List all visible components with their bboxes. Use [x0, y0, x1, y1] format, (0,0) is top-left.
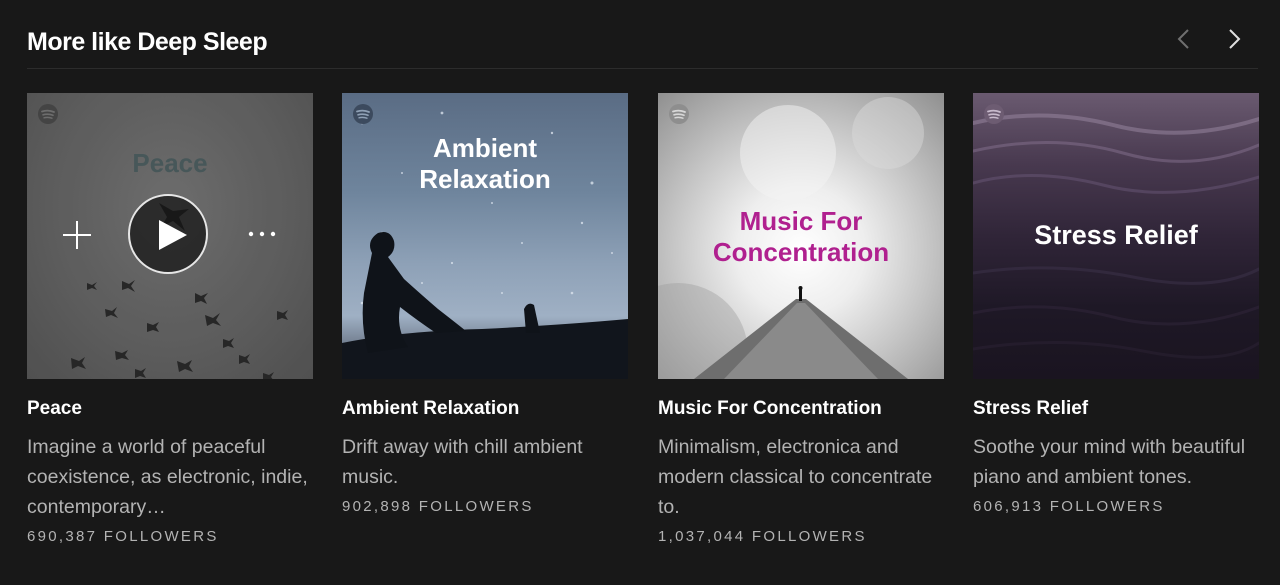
playlist-cover[interactable]: Music For Concentration: [658, 93, 944, 379]
followers-count: 902,898 FOLLOWERS: [342, 498, 534, 515]
spotify-logo-icon: [984, 104, 1004, 124]
add-icon[interactable]: [61, 219, 93, 251]
playlist-description: Minimalism, electronica and modern class…: [658, 436, 933, 518]
playlist-cover[interactable]: Peace: [27, 93, 313, 379]
playlist-name[interactable]: Stress Relief: [973, 398, 1259, 422]
playlist-cover[interactable]: Stress Relief: [973, 93, 1259, 379]
cover-title: Stress Relief: [1034, 220, 1198, 250]
cover-title: Ambient Relaxation: [419, 133, 551, 194]
spotify-logo-icon: [353, 104, 373, 124]
spotify-logo-icon: [669, 104, 689, 124]
playlist-name[interactable]: Peace: [27, 398, 313, 422]
playlist-name[interactable]: Music For Concentration: [658, 398, 944, 422]
next-button[interactable]: [1220, 25, 1248, 53]
playlist-card-music-for-concentration[interactable]: Music For Concentration Music For Concen…: [658, 93, 944, 545]
play-button[interactable]: [128, 194, 208, 274]
cover-title: Music For Concentration: [712, 206, 890, 267]
playlist-card-ambient-relaxation[interactable]: Ambient Relaxation Ambient Relaxation Dr…: [342, 93, 628, 515]
play-icon: [159, 220, 187, 250]
playlist-description: Drift away with chill ambient music.: [342, 436, 583, 488]
chevron-right-icon: [1229, 29, 1241, 49]
playlist-card-peace[interactable]: Peace Peace Imagine a world of peaceful …: [27, 93, 313, 545]
playlist-cover[interactable]: Ambient Relaxation: [342, 93, 628, 379]
playlist-description: Soothe your mind with beautiful piano an…: [973, 436, 1246, 488]
followers-count: 690,387 FOLLOWERS: [27, 528, 219, 545]
playlist-description: Imagine a world of peaceful coexistence,…: [27, 436, 308, 518]
section-header: More like Deep Sleep: [27, 26, 1258, 69]
playlist-name[interactable]: Ambient Relaxation: [342, 398, 628, 422]
more-options-icon[interactable]: [247, 224, 277, 244]
followers-count: 606,913 FOLLOWERS: [973, 498, 1165, 515]
section-title: More like Deep Sleep: [27, 28, 268, 56]
previous-button[interactable]: [1170, 25, 1198, 53]
playlist-card-stress-relief[interactable]: Stress Relief Stress Relief Soothe your …: [973, 93, 1259, 515]
followers-count: 1,037,044 FOLLOWERS: [658, 528, 867, 545]
chevron-left-icon: [1177, 29, 1189, 49]
